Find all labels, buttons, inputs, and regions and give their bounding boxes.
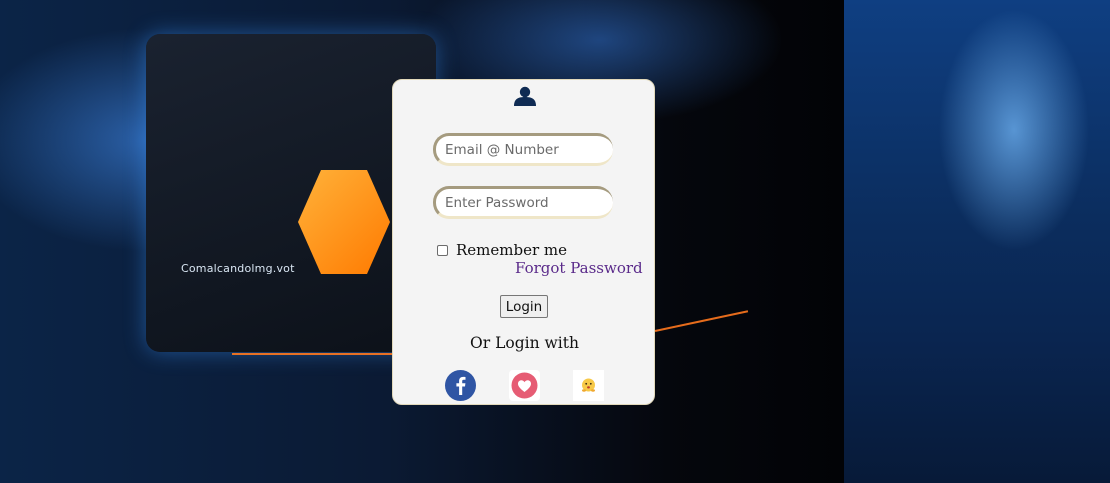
email-input[interactable] (433, 133, 613, 166)
facebook-icon[interactable] (445, 370, 476, 401)
user-icon (514, 86, 536, 106)
login-card: Remember me Forgot Password Login Or Log… (392, 79, 655, 405)
password-input[interactable] (433, 186, 613, 219)
remember-me-label: Remember me (456, 241, 568, 259)
or-login-with-label: Or Login with (470, 334, 579, 352)
emoji-icon[interactable] (573, 370, 604, 401)
background-caption: Comalcandolmg.vot (181, 262, 295, 275)
remember-me-row: Remember me (437, 241, 567, 259)
heart-icon[interactable] (509, 370, 540, 401)
remember-me-checkbox[interactable] (437, 244, 448, 256)
login-button[interactable]: Login (500, 295, 548, 318)
forgot-password-link[interactable]: Forgot Password (515, 259, 643, 277)
background-orange-line (232, 353, 392, 355)
background-right-panel (844, 0, 1110, 483)
